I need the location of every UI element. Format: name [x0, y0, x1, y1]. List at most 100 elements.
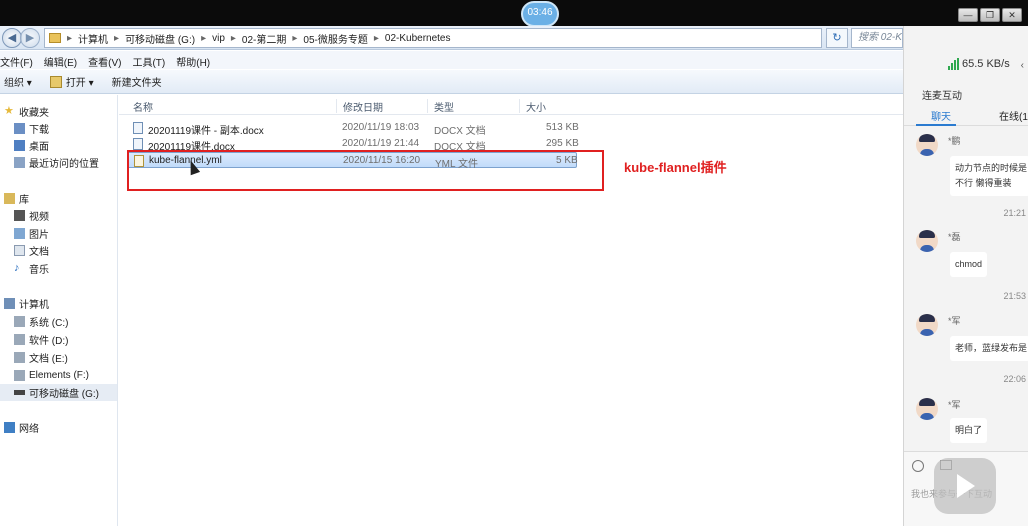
folder-icon	[49, 33, 61, 43]
close-button[interactable]: ✕	[1002, 8, 1022, 22]
play-icon[interactable]	[934, 458, 996, 514]
chat-bubble: chmod	[950, 252, 988, 277]
search-input[interactable]: 搜索 02-Kubernetes	[851, 28, 903, 48]
library-icon	[4, 193, 15, 204]
breadcrumb-kubernetes[interactable]: 02-Kubernetes	[385, 33, 451, 44]
breadcrumb-microservices[interactable]: 05-微服务专题	[303, 31, 367, 46]
tab-chat[interactable]: 聊天	[931, 108, 951, 123]
window-controls: — ❐ ✕	[958, 8, 1022, 22]
chat-username: *军	[948, 400, 961, 410]
address-bar[interactable]: ▸ 计算机 ▸ 可移动磁盘 (G:) ▸ vip ▸ 02-第二期 ▸ 05-微…	[44, 28, 822, 48]
column-name[interactable]: 名称	[127, 99, 153, 114]
removable-drive-icon	[14, 390, 25, 395]
column-headers: 名称 修改日期 类型 大小	[119, 95, 903, 115]
chat-bubble: 明白了	[950, 418, 988, 443]
column-size[interactable]: 大小	[519, 99, 546, 114]
restore-button[interactable]: ❐	[980, 8, 1000, 22]
sidebar-item-desktop[interactable]: 桌面	[0, 137, 117, 154]
new-folder-button[interactable]: 新建文件夹	[112, 74, 162, 89]
chat-tabs: 聊天 在线(1	[904, 104, 1028, 126]
chat-username: *磊	[948, 232, 961, 242]
breadcrumb-computer[interactable]: 计算机	[78, 31, 108, 46]
drive-icon	[14, 370, 25, 381]
command-bar: 组织 ▾ 打开 ▾ 新建文件夹	[0, 70, 903, 94]
sidebar-libraries[interactable]: 库	[0, 190, 117, 207]
recording-top-bar: 03:46 — ❐ ✕	[0, 0, 1028, 27]
drive-icon	[14, 316, 25, 327]
sidebar-item-music[interactable]: ♪ 音乐	[0, 260, 117, 277]
refresh-button[interactable]: ↻	[826, 28, 848, 48]
menu-bar: 文件(F) 编辑(E) 查看(V) 工具(T) 帮助(H)	[0, 51, 903, 69]
avatar	[916, 230, 938, 252]
menu-edit[interactable]: 编辑(E)	[44, 51, 82, 69]
sidebar-item-downloads[interactable]: 下载	[0, 120, 117, 137]
sidebar-item-drive-d[interactable]: 软件 (D:)	[0, 331, 117, 348]
signal-icon	[948, 58, 959, 70]
video-icon	[14, 210, 25, 221]
menu-view[interactable]: 查看(V)	[88, 51, 126, 69]
file-explorer: ◀ ▶ ▸ 计算机 ▸ 可移动磁盘 (G:) ▸ vip ▸ 02-第二期 ▸ …	[0, 26, 903, 526]
chevron-left-icon[interactable]: ‹	[1021, 60, 1024, 71]
screen: 03:46 — ❐ ✕ ◀ ▶ ▸ 计算机 ▸ 可移动磁盘 (G:) ▸ vip…	[0, 0, 1028, 526]
sidebar-item-drive-e[interactable]: 文档 (E:)	[0, 349, 117, 366]
sidebar-item-drive-g[interactable]: 可移动磁盘 (G:)	[0, 384, 117, 401]
network-speed: 65.5 KB/s	[948, 58, 1010, 70]
recording-timer: 03:46	[521, 1, 559, 27]
breadcrumb-vip[interactable]: vip	[212, 33, 225, 44]
file-row[interactable]: 20201119课件 - 副本.docx 2020/11/19 18:03 DO…	[127, 120, 579, 137]
music-icon: ♪	[14, 262, 20, 274]
annotation-label: kube-flannel插件	[624, 160, 727, 175]
network-icon	[4, 422, 15, 433]
chat-bubble: 老师，蓝绿发布是	[950, 336, 1028, 361]
picture-icon	[14, 228, 25, 239]
sidebar-item-drive-f[interactable]: Elements (F:)	[0, 367, 117, 384]
drive-icon	[14, 334, 25, 345]
back-button[interactable]: ◀	[2, 28, 22, 48]
sidebar-favorites[interactable]: ★ 收藏夹	[0, 103, 117, 120]
chat-timestamp: 22:06	[1003, 374, 1026, 384]
sidebar-network[interactable]: 网络	[0, 419, 117, 436]
menu-tools[interactable]: 工具(T)	[132, 51, 170, 69]
breadcrumb-drive-g[interactable]: 可移动磁盘 (G:)	[125, 31, 195, 46]
avatar	[916, 398, 938, 420]
sidebar-item-pictures[interactable]: 图片	[0, 225, 117, 242]
sidebar-item-documents[interactable]: 文档	[0, 242, 117, 259]
open-icon	[49, 75, 62, 88]
column-modified[interactable]: 修改日期	[336, 99, 383, 114]
sidebar-computer[interactable]: 计算机	[0, 295, 117, 312]
drive-icon	[14, 352, 25, 363]
chat-username: *鹏	[948, 136, 961, 146]
chat-timestamp: 21:53	[1003, 291, 1026, 301]
navigation-pane: ★ 收藏夹 下载 桌面 最近访问的位置 库 视频 图片 文档 ♪ 音乐 计算机 系统…	[0, 95, 118, 526]
file-modified: 2020/11/19 18:03	[342, 122, 420, 133]
file-name: 20201119课件 - 副本.docx	[148, 126, 264, 137]
chat-username: *军	[948, 316, 961, 326]
document-icon	[14, 245, 25, 256]
download-folder-icon	[14, 123, 25, 134]
emoji-icon[interactable]	[912, 460, 924, 472]
organize-button[interactable]: 组织 ▾	[4, 74, 32, 89]
avatar	[916, 314, 938, 336]
live-chat-panel: 65.5 KB/s ‹ 连麦互动 聊天 在线(1 *鹏 动力节点的时候是 不行 …	[903, 26, 1028, 526]
tab-online[interactable]: 在线(1	[999, 108, 1028, 123]
minimize-button[interactable]: —	[958, 8, 978, 22]
sidebar-item-drive-c[interactable]: 系统 (C:)	[0, 313, 117, 330]
file-size: 295 KB	[546, 138, 579, 149]
chat-timestamp: 21:21	[1003, 208, 1026, 218]
docx-file-icon	[133, 138, 143, 150]
forward-button[interactable]: ▶	[20, 28, 40, 48]
file-modified: 2020/11/19 21:44	[342, 138, 420, 149]
live-interaction-title: 连麦互动	[922, 91, 962, 102]
sidebar-item-recent[interactable]: 最近访问的位置	[0, 154, 117, 171]
open-button[interactable]: 打开 ▾	[49, 74, 94, 89]
file-size: 513 KB	[546, 122, 579, 133]
avatar	[916, 134, 938, 156]
menu-file[interactable]: 文件(F)	[0, 51, 38, 69]
breadcrumb-phase2[interactable]: 02-第二期	[242, 31, 286, 46]
sidebar-item-videos[interactable]: 视频	[0, 207, 117, 224]
file-type: DOCX 文档	[434, 126, 486, 137]
star-icon: ★	[4, 105, 14, 117]
menu-help[interactable]: 帮助(H)	[176, 51, 215, 69]
column-type[interactable]: 类型	[427, 99, 454, 114]
recent-places-icon	[14, 157, 25, 168]
